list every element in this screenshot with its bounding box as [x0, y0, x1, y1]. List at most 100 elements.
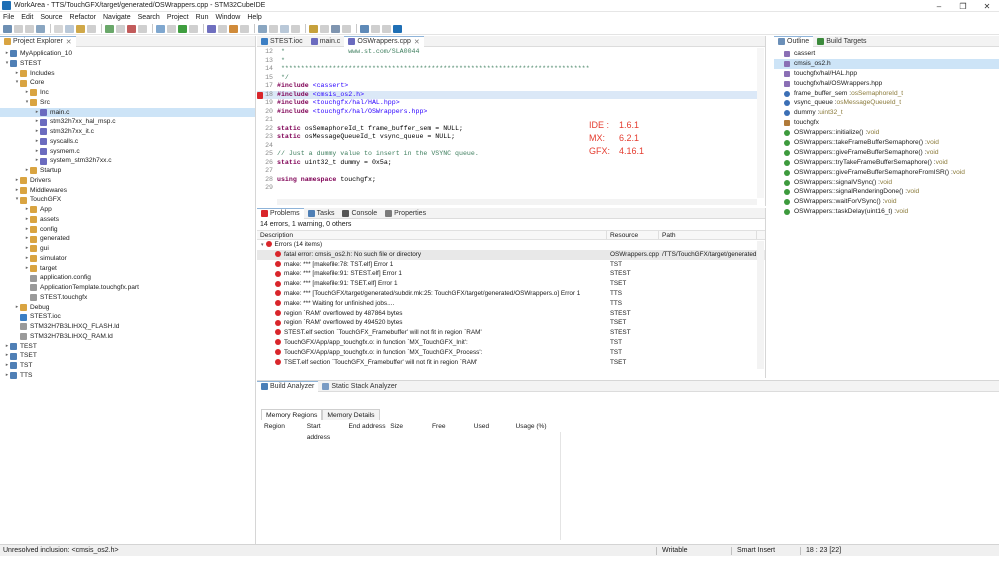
close-tab-icon[interactable]: ✕ — [66, 38, 72, 46]
maximize-icon[interactable]: ❐ — [951, 0, 975, 12]
outline-item[interactable]: OSWrappers::taskDelay(uint16_t) : void — [774, 207, 999, 217]
toolbar-button-icon[interactable] — [269, 24, 278, 33]
tree-item[interactable]: ▸ TEST — [0, 342, 255, 352]
toolbar-button-icon[interactable] — [371, 24, 380, 33]
problem-row[interactable]: make: *** [TouchGFX/target/generated/sub… — [257, 289, 765, 299]
outline-item[interactable]: touchgfx — [774, 118, 999, 128]
toolbar-button-icon[interactable] — [382, 24, 391, 33]
problem-row[interactable]: make: *** [makefile:78: TST.elf] Error 1… — [257, 260, 765, 270]
tree-item[interactable]: ▾ TouchGFX — [0, 195, 255, 205]
problem-row[interactable]: make: *** [makefile:91: TSET.elf] Error … — [257, 279, 765, 289]
editor-tab[interactable]: main.c — [307, 36, 345, 47]
menu-navigate[interactable]: Navigate — [103, 14, 131, 21]
toolbar-button-icon[interactable] — [167, 24, 176, 33]
toolbar-button-icon[interactable] — [342, 24, 351, 33]
tree-item[interactable]: ▸ App — [0, 205, 255, 215]
close-tab-icon[interactable]: ✕ — [414, 38, 420, 46]
tab-build-targets[interactable]: Build Targets — [813, 36, 870, 47]
outline-item[interactable]: vsync_queue : osMessageQueueId_t — [774, 98, 999, 108]
panel-tab[interactable]: Console — [338, 208, 381, 219]
outline-item[interactable]: cassert — [774, 49, 999, 59]
tree-item[interactable]: STM32H7B3LIHXQ_FLASH.ld — [0, 322, 255, 332]
toolbar-button-icon[interactable] — [240, 24, 249, 33]
toolbar-button-icon[interactable] — [116, 24, 125, 33]
tree-item[interactable]: ▸ TTS — [0, 371, 255, 381]
editor-tab[interactable]: OSWrappers.cpp ✕ — [344, 35, 424, 47]
tree-item[interactable]: ▸ Drivers — [0, 176, 255, 186]
tree-item[interactable]: ▸ assets — [0, 215, 255, 225]
outline-item[interactable]: OSWrappers::giveFrameBufferSemaphoreFrom… — [774, 168, 999, 178]
outline-item[interactable]: OSWrappers::waitForVSync() : void — [774, 197, 999, 207]
tree-item[interactable]: ▸ Middlewares — [0, 186, 255, 196]
menu-edit[interactable]: Edit — [21, 14, 33, 21]
toolbar-button-icon[interactable] — [393, 24, 402, 33]
toolbar-button-icon[interactable] — [3, 24, 12, 33]
toolbar-button-icon[interactable] — [156, 24, 165, 33]
outline-item[interactable]: frame_buffer_sem : osSemaphoreId_t — [774, 89, 999, 99]
menu-file[interactable]: File — [3, 14, 14, 21]
toolbar-button-icon[interactable] — [65, 24, 74, 33]
tab-static-stack-analyzer[interactable]: Static Stack Analyzer — [318, 381, 401, 392]
problem-row[interactable]: region `RAM' overflowed by 494520 bytes T… — [257, 318, 765, 328]
tree-item[interactable]: ApplicationTemplate.touchgfx.part — [0, 283, 255, 293]
tree-item[interactable]: STEST.touchgfx — [0, 293, 255, 303]
outline-item[interactable]: OSWrappers::initialize() : void — [774, 128, 999, 138]
editor-tab[interactable]: STEST.ioc — [257, 36, 307, 47]
tree-item[interactable]: ▸ Inc — [0, 88, 255, 98]
panel-tab[interactable]: Tasks — [304, 208, 339, 219]
column-free[interactable]: Free — [429, 421, 471, 432]
toolbar-button-icon[interactable] — [87, 24, 96, 33]
outline-item[interactable]: OSWrappers::takeFrameBufferSemaphore() :… — [774, 138, 999, 148]
toolbar-button-icon[interactable] — [76, 24, 85, 33]
toolbar-button-icon[interactable] — [138, 24, 147, 33]
menu-window[interactable]: Window — [215, 14, 240, 21]
problem-row[interactable]: TSET.elf section `TouchGFX_Framebuffer' … — [257, 358, 765, 368]
tab-build-analyzer[interactable]: Build Analyzer — [257, 380, 319, 392]
menu-run[interactable]: Run — [196, 14, 209, 21]
tree-item[interactable]: ▸ Startup — [0, 166, 255, 176]
tree-item[interactable]: ▸ simulator — [0, 254, 255, 264]
panel-tab[interactable]: Problems — [257, 207, 304, 219]
toolbar-button-icon[interactable] — [14, 24, 23, 33]
code-area[interactable]: 12 * www.st.com/SLA0044 13 * 14 **********… — [257, 48, 757, 198]
toolbar-button-icon[interactable] — [258, 24, 267, 33]
problem-row[interactable]: fatal error: cmsis_os2.h: No such file o… — [257, 249, 765, 260]
tree-item[interactable]: STEST.ioc — [0, 312, 255, 322]
tree-item[interactable]: ▸ config — [0, 225, 255, 235]
tree-item[interactable]: STM32H7B3LIHXQ_RAM.ld — [0, 332, 255, 342]
toolbar-button-icon[interactable] — [207, 24, 216, 33]
tree-item[interactable]: ▸ target — [0, 264, 255, 274]
problem-row[interactable]: STEST.elf section `TouchGFX_Framebuffer'… — [257, 328, 765, 338]
tree-item[interactable]: ▸ Includes — [0, 69, 255, 79]
menu-refactor[interactable]: Refactor — [70, 14, 96, 21]
tree-item[interactable]: ▸ sysmem.c — [0, 147, 255, 157]
column-path[interactable]: Path — [659, 231, 757, 239]
toolbar-button-icon[interactable] — [331, 24, 340, 33]
menu-project[interactable]: Project — [167, 14, 189, 21]
problem-row[interactable]: TouchGFX/App/app_touchgfx.o: in function… — [257, 348, 765, 358]
toolbar-button-icon[interactable] — [229, 24, 238, 33]
close-icon[interactable]: ✕ — [975, 0, 999, 12]
menu-help[interactable]: Help — [247, 14, 261, 21]
toolbar-button-icon[interactable] — [320, 24, 329, 33]
toolbar-button-icon[interactable] — [309, 24, 318, 33]
column-size[interactable]: Size — [387, 421, 429, 432]
outline-item[interactable]: OSWrappers::giveFrameBufferSemaphore() :… — [774, 148, 999, 158]
tree-item[interactable]: ▸ TST — [0, 361, 255, 371]
column-resource[interactable]: Resource — [607, 231, 659, 239]
problem-row[interactable]: TouchGFX/App/app_touchgfx.o: in function… — [257, 338, 765, 348]
column-end-address[interactable]: End address — [345, 421, 387, 432]
editor-vertical-scrollbar[interactable] — [757, 48, 764, 198]
tree-item[interactable]: ▸ MyApplication_10 — [0, 49, 255, 59]
problem-row[interactable]: make: *** [makefile:91: STEST.elf] Error… — [257, 269, 765, 279]
problem-row[interactable]: make: *** Waiting for unfinished jobs...… — [257, 299, 765, 309]
minimize-icon[interactable]: – — [927, 0, 951, 12]
outline-item[interactable]: OSWrappers::signalRenderingDone() : void — [774, 187, 999, 197]
toolbar-button-icon[interactable] — [189, 24, 198, 33]
toolbar-button-icon[interactable] — [25, 24, 34, 33]
outline-item[interactable]: cmsis_os2.h — [774, 58, 999, 69]
column-usage[interactable]: Usage (%) — [512, 421, 561, 432]
tree-item[interactable]: ▸ TSET — [0, 351, 255, 361]
tree-item[interactable]: ▸ generated — [0, 234, 255, 244]
tab-memory-regions[interactable]: Memory Regions — [261, 409, 323, 420]
